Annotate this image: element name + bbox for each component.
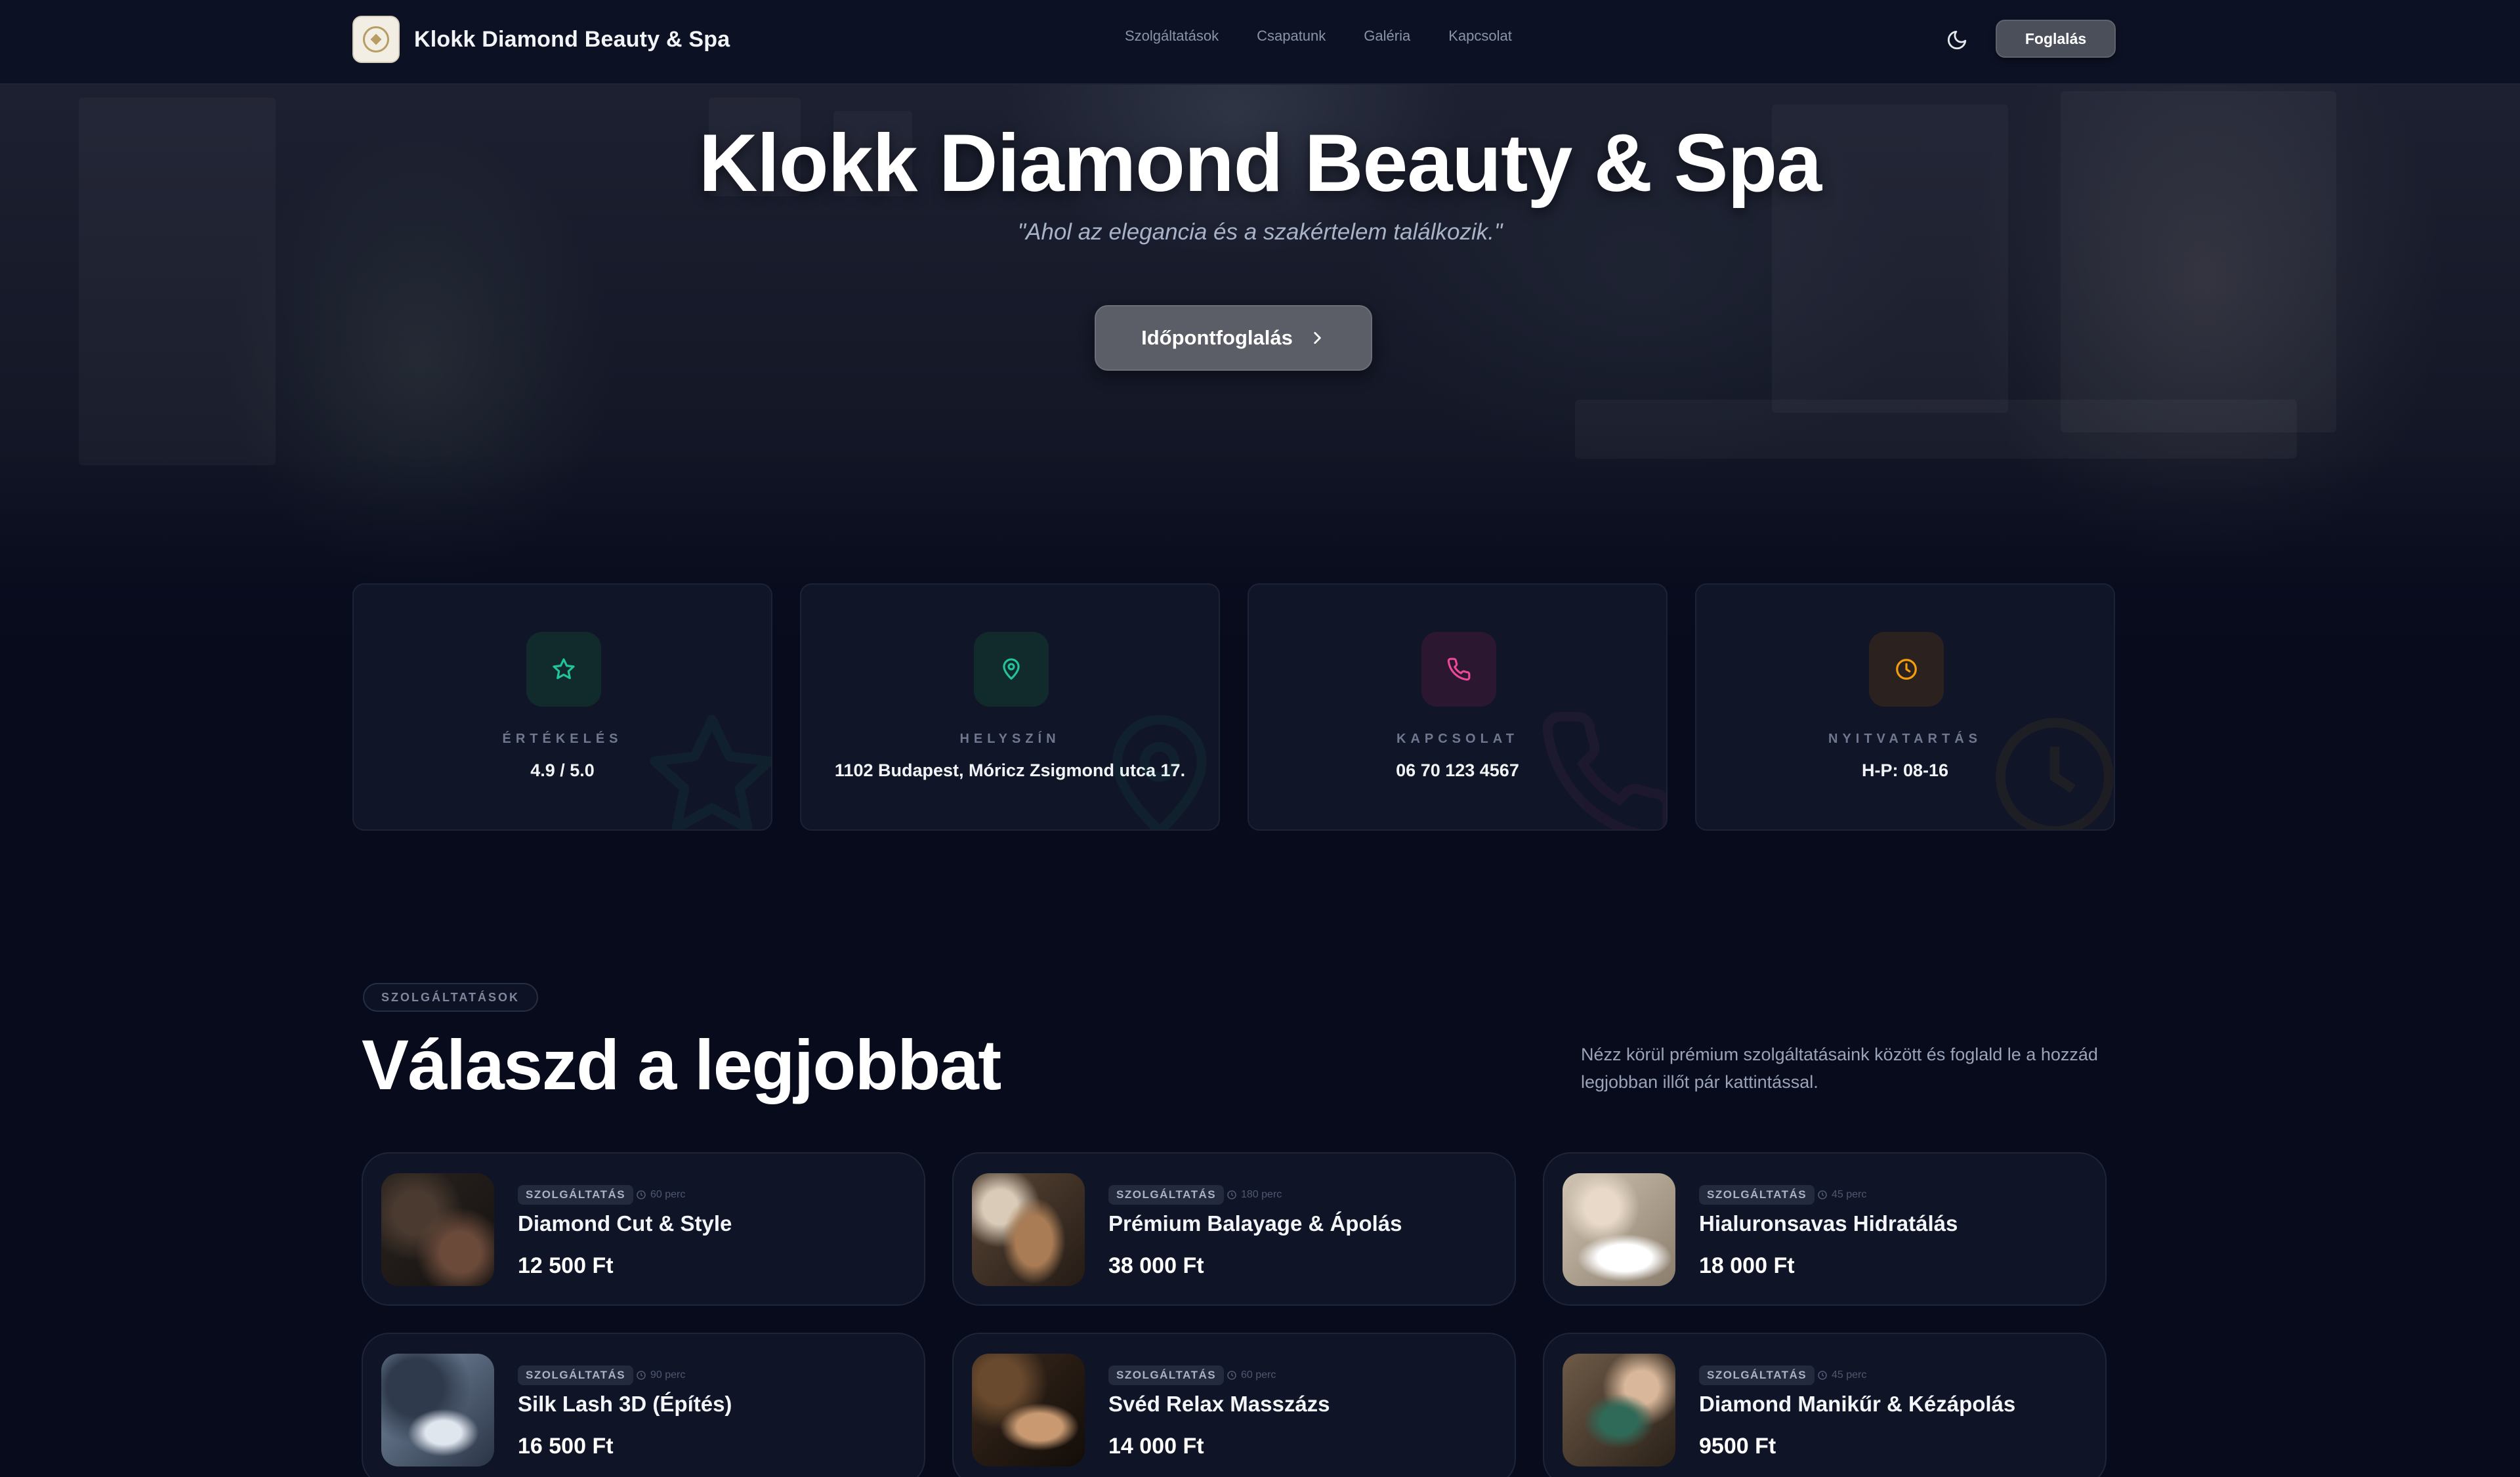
service-card[interactable]: SZOLGÁLTATÁS 90 perc Silk Lash 3D (Építé… — [362, 1333, 925, 1477]
clock-icon — [1896, 659, 1917, 680]
brand-logo — [352, 16, 400, 63]
service-tag: SZOLGÁLTATÁS — [518, 1185, 634, 1205]
info-icon-box — [1869, 632, 1944, 707]
star-icon — [553, 658, 575, 680]
phone-watermark-icon — [1542, 711, 1666, 829]
nav-links: Szolgáltatások Csapatunk Galéria Kapcsol… — [1125, 28, 1512, 45]
nav-link-contact[interactable]: Kapcsolat — [1448, 28, 1512, 45]
map-pin-watermark-icon — [1112, 715, 1207, 829]
clock-icon — [1818, 1371, 1827, 1380]
service-name: Diamond Manikűr & Kézápolás — [1699, 1392, 2016, 1416]
service-price: 9500 Ft — [1699, 1434, 1776, 1459]
nav-link-gallery[interactable]: Galéria — [1364, 28, 1410, 45]
clock-watermark-icon — [1996, 718, 2114, 829]
service-card[interactable]: SZOLGÁLTATÁS 180 perc Prémium Balayage &… — [952, 1152, 1516, 1306]
info-card-location: HELYSZÍN 1102 Budapest, Móricz Zsigmond … — [800, 583, 1220, 831]
service-name: Silk Lash 3D (Építés) — [518, 1392, 732, 1416]
info-icon-box — [974, 632, 1049, 707]
section-badge: SZOLGÁLTATÁSOK — [363, 983, 538, 1012]
service-price: 38 000 Ft — [1108, 1253, 1204, 1278]
service-card[interactable]: SZOLGÁLTATÁS 60 perc Diamond Cut & Style… — [362, 1152, 925, 1306]
appointment-cta-label: Időpontfoglalás — [1141, 326, 1293, 349]
service-duration: 60 perc — [636, 1186, 685, 1203]
section-title: Válaszd a legjobbat — [362, 1025, 1001, 1104]
service-name: Hialuronsavas Hidratálás — [1699, 1211, 1958, 1236]
service-card[interactable]: SZOLGÁLTATÁS 45 perc Hialuronsavas Hidra… — [1543, 1152, 2107, 1306]
clock-icon — [1227, 1190, 1236, 1199]
info-icon-box — [1421, 632, 1496, 707]
appointment-cta-button[interactable]: Időpontfoglalás — [1095, 305, 1372, 371]
service-duration-label: 60 perc — [650, 1189, 686, 1200]
service-name: Diamond Cut & Style — [518, 1211, 732, 1236]
service-image — [381, 1354, 494, 1467]
info-card-contact: KAPCSOLAT 06 70 123 4567 — [1248, 583, 1668, 831]
service-duration-label: 45 perc — [1832, 1369, 1867, 1381]
service-duration-label: 180 perc — [1241, 1189, 1282, 1200]
service-tag: SZOLGÁLTATÁS — [1699, 1185, 1815, 1205]
service-duration: 180 perc — [1227, 1186, 1282, 1203]
service-duration-label: 90 perc — [650, 1369, 686, 1381]
hero-title: Klokk Diamond Beauty & Spa — [698, 118, 1822, 209]
moon-icon — [1947, 30, 1967, 50]
brand-name: Klokk Diamond Beauty & Spa — [414, 26, 730, 52]
service-image — [381, 1173, 494, 1286]
service-name: Prémium Balayage & Ápolás — [1108, 1211, 1402, 1236]
service-image — [1563, 1354, 1675, 1467]
nav-link-services[interactable]: Szolgáltatások — [1125, 28, 1219, 45]
service-card[interactable]: SZOLGÁLTATÁS 45 perc Diamond Manikűr & K… — [1543, 1333, 2107, 1477]
clock-icon — [1818, 1190, 1827, 1199]
theme-toggle-button[interactable] — [1941, 24, 1973, 56]
service-duration-label: 60 perc — [1241, 1369, 1276, 1381]
info-card-hours: NYITVATARTÁS H-P: 08-16 — [1695, 583, 2115, 831]
service-tag: SZOLGÁLTATÁS — [1108, 1185, 1225, 1205]
clock-icon — [1227, 1371, 1236, 1380]
service-duration: 60 perc — [1227, 1367, 1276, 1384]
service-price: 12 500 Ft — [518, 1253, 614, 1278]
navbar: Klokk Diamond Beauty & Spa Szolgáltatáso… — [0, 0, 2520, 85]
service-image — [972, 1354, 1085, 1467]
hero-tagline: "Ahol az elegancia és a szakértelem talá… — [1017, 219, 1503, 245]
service-duration-label: 45 perc — [1832, 1189, 1867, 1200]
nav-link-team[interactable]: Csapatunk — [1257, 28, 1326, 45]
phone-icon — [1447, 657, 1471, 681]
clock-icon — [637, 1371, 646, 1380]
star-watermark-icon — [650, 715, 771, 829]
service-duration: 45 perc — [1817, 1186, 1866, 1203]
service-name: Svéd Relax Masszázs — [1108, 1392, 1330, 1416]
diamond-logo-icon — [363, 26, 389, 52]
clock-icon — [637, 1190, 646, 1199]
service-image — [972, 1173, 1085, 1286]
service-tag: SZOLGÁLTATÁS — [518, 1365, 634, 1385]
map-pin-icon — [1003, 658, 1020, 680]
service-duration: 90 perc — [636, 1367, 685, 1384]
service-tag: SZOLGÁLTATÁS — [1108, 1365, 1225, 1385]
booking-button[interactable]: Foglalás — [1996, 20, 2116, 58]
info-card-rating: ÉRTÉKELÉS 4.9 / 5.0 — [352, 583, 772, 831]
service-tag: SZOLGÁLTATÁS — [1699, 1365, 1815, 1385]
info-icon-box — [526, 632, 601, 707]
service-price: 18 000 Ft — [1699, 1253, 1795, 1278]
service-price: 14 000 Ft — [1108, 1434, 1204, 1459]
hero-background-shape — [1575, 400, 2297, 459]
chevron-right-icon — [1314, 332, 1321, 344]
service-card[interactable]: SZOLGÁLTATÁS 60 perc Svéd Relax Masszázs… — [952, 1333, 1516, 1477]
service-duration: 45 perc — [1817, 1367, 1866, 1384]
brand[interactable]: Klokk Diamond Beauty & Spa — [352, 16, 730, 63]
section-description: Nézz körül prémium szolgáltatásaink közö… — [1581, 1045, 2098, 1092]
service-price: 16 500 Ft — [518, 1434, 614, 1459]
service-image — [1563, 1173, 1675, 1286]
